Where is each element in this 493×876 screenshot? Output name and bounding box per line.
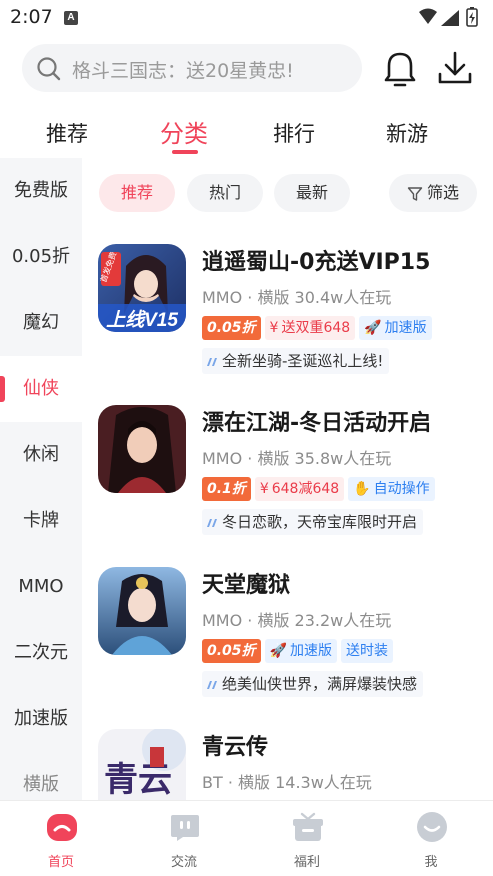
game-meta: BT · 横版 14.3w人在玩 bbox=[202, 773, 372, 792]
game-description: 绝美仙侠世界，满屏爆装快感 bbox=[202, 671, 424, 697]
game-title: 青云传 bbox=[202, 735, 269, 760]
game-icon: 青云 bbox=[98, 729, 186, 800]
wifi-signal-battery-icon bbox=[419, 7, 478, 27]
yen-icon: ¥ bbox=[269, 320, 279, 336]
rocket-icon: 🚀 bbox=[364, 320, 382, 336]
sidebar-item-horizontal[interactable]: 横版 bbox=[0, 752, 82, 800]
quote-icon bbox=[207, 519, 217, 527]
game-artwork-image: 上线V15 首发免费 bbox=[98, 244, 186, 332]
sidebar-item-fantasy[interactable]: 魔幻 bbox=[0, 290, 82, 356]
tab-recommend[interactable]: 推荐 bbox=[46, 118, 88, 148]
game-artwork-image: 青云 bbox=[98, 729, 186, 800]
game-meta: MMO · 横版 30.4w人在玩 bbox=[202, 288, 392, 307]
tab-category[interactable]: 分类 bbox=[160, 114, 208, 149]
game-artwork-image bbox=[98, 405, 186, 493]
gift-icon bbox=[293, 812, 323, 841]
gift-tag: ¥648减648 bbox=[254, 477, 345, 501]
sidebar-active-indicator bbox=[0, 376, 5, 402]
tab-active-indicator bbox=[172, 150, 198, 154]
category-sidebar: 免费版 0.05折 魔幻 仙侠 休闲 卡牌 MMO 二次元 加速版 横版 bbox=[0, 158, 82, 800]
chip-recommend[interactable]: 推荐 bbox=[99, 174, 175, 212]
tab-ranking[interactable]: 排行 bbox=[273, 118, 315, 148]
auto-play-tag: ✋ 自动操作 bbox=[348, 477, 435, 501]
nav-community-label: 交流 bbox=[170, 855, 197, 870]
bell-icon[interactable] bbox=[381, 48, 419, 88]
filter-label: 筛选 bbox=[426, 183, 459, 202]
sidebar-item-anime[interactable]: 二次元 bbox=[0, 620, 82, 686]
sidebar-item-mmo[interactable]: MMO bbox=[0, 554, 82, 620]
nav-home-label: 首页 bbox=[47, 855, 74, 870]
notification-icon: A bbox=[64, 11, 78, 25]
discount-tag: 0.05折 bbox=[202, 639, 261, 663]
search-icon bbox=[37, 57, 61, 81]
game-item[interactable]: 上线V15 首发免费 逍遥蜀山-0充送VIP15 MMO · 横版 30.4w人… bbox=[98, 244, 493, 394]
game-description: 冬日恋歌，天帝宝库限时开启 bbox=[202, 509, 424, 535]
smiley-icon bbox=[417, 812, 447, 842]
yen-icon: ¥ bbox=[259, 481, 269, 497]
rocket-icon: 🚀 bbox=[269, 643, 287, 659]
filter-icon bbox=[407, 186, 423, 201]
game-title: 逍遥蜀山-0充送VIP15 bbox=[202, 250, 431, 275]
status-bar: 2:07 A bbox=[0, 0, 493, 36]
filter-button[interactable]: 筛选 bbox=[389, 174, 477, 212]
tag-row: 0.05折 ¥ 送双重648 🚀 加速版 bbox=[202, 316, 436, 342]
game-meta: MMO · 横版 23.2w人在玩 bbox=[202, 611, 392, 630]
game-icon: 上线V15 首发免费 bbox=[98, 244, 186, 332]
game-meta: MMO · 横版 35.8w人在玩 bbox=[202, 449, 392, 468]
nav-profile-label: 我 bbox=[424, 855, 438, 870]
nav-home[interactable]: 首页 bbox=[16, 801, 106, 876]
tab-new-games[interactable]: 新游 bbox=[386, 118, 428, 148]
game-icon bbox=[98, 567, 186, 655]
tag-row: 0.05折 🚀 加速版 送时装 bbox=[202, 639, 397, 665]
hand-icon: ✋ bbox=[353, 481, 371, 497]
game-title: 漂在江湖-冬日活动开启 bbox=[202, 411, 432, 436]
home-icon bbox=[47, 814, 77, 841]
search-input[interactable]: 格斗三国志：送20星黄忠! bbox=[22, 44, 362, 92]
game-item[interactable]: 天堂魔狱 MMO · 横版 23.2w人在玩 0.05折 🚀 加速版 送时装 绝美仙侠… bbox=[98, 567, 493, 717]
quote-icon bbox=[207, 681, 217, 689]
game-icon bbox=[98, 405, 186, 493]
nav-profile[interactable]: 我 bbox=[386, 801, 476, 876]
chip-latest[interactable]: 最新 bbox=[274, 174, 350, 212]
nav-welfare-label: 福利 bbox=[293, 855, 320, 870]
speed-tag: 🚀 加速版 bbox=[359, 316, 432, 340]
chip-hot[interactable]: 热门 bbox=[187, 174, 263, 212]
quote-icon bbox=[207, 358, 217, 366]
icon-text: 上线V15 bbox=[106, 309, 178, 331]
speed-tag: 🚀 加速版 bbox=[264, 639, 337, 663]
bottom-navigation: 首页 交流 福利 我 bbox=[0, 800, 493, 876]
costume-tag: 送时装 bbox=[340, 639, 393, 663]
download-icon[interactable] bbox=[436, 48, 474, 88]
nav-community[interactable]: 交流 bbox=[139, 801, 229, 876]
sidebar-item-free[interactable]: 免费版 bbox=[0, 158, 82, 224]
game-title: 天堂魔狱 bbox=[202, 573, 291, 598]
sidebar-item-label: 仙侠 bbox=[23, 378, 59, 399]
discount-tag: 0.1折 bbox=[202, 477, 251, 501]
sidebar-item-xianxia[interactable]: 仙侠 bbox=[0, 356, 82, 422]
game-item[interactable]: 漂在江湖-冬日活动开启 MMO · 横版 35.8w人在玩 0.1折 ¥648减6… bbox=[98, 405, 493, 555]
chat-icon bbox=[171, 815, 199, 841]
game-description: 全新坐骑-圣诞巡礼上线! bbox=[202, 348, 390, 374]
discount-tag: 0.05折 bbox=[202, 316, 261, 340]
sidebar-item-discount[interactable]: 0.05折 bbox=[0, 224, 82, 290]
game-artwork-image bbox=[98, 567, 186, 655]
tag-row: 0.1折 ¥648减648 ✋ 自动操作 bbox=[202, 477, 439, 503]
search-placeholder: 格斗三国志：送20星黄忠! bbox=[72, 60, 294, 82]
sidebar-item-speedup[interactable]: 加速版 bbox=[0, 686, 82, 752]
nav-welfare[interactable]: 福利 bbox=[262, 801, 352, 876]
sidebar-item-card[interactable]: 卡牌 bbox=[0, 488, 82, 554]
status-time: 2:07 bbox=[10, 6, 53, 28]
sidebar-item-casual[interactable]: 休闲 bbox=[0, 422, 82, 488]
gift-tag: ¥ 送双重648 bbox=[264, 316, 356, 340]
game-item[interactable]: 青云 青云传 BT · 横版 14.3w人在玩 bbox=[98, 729, 493, 800]
